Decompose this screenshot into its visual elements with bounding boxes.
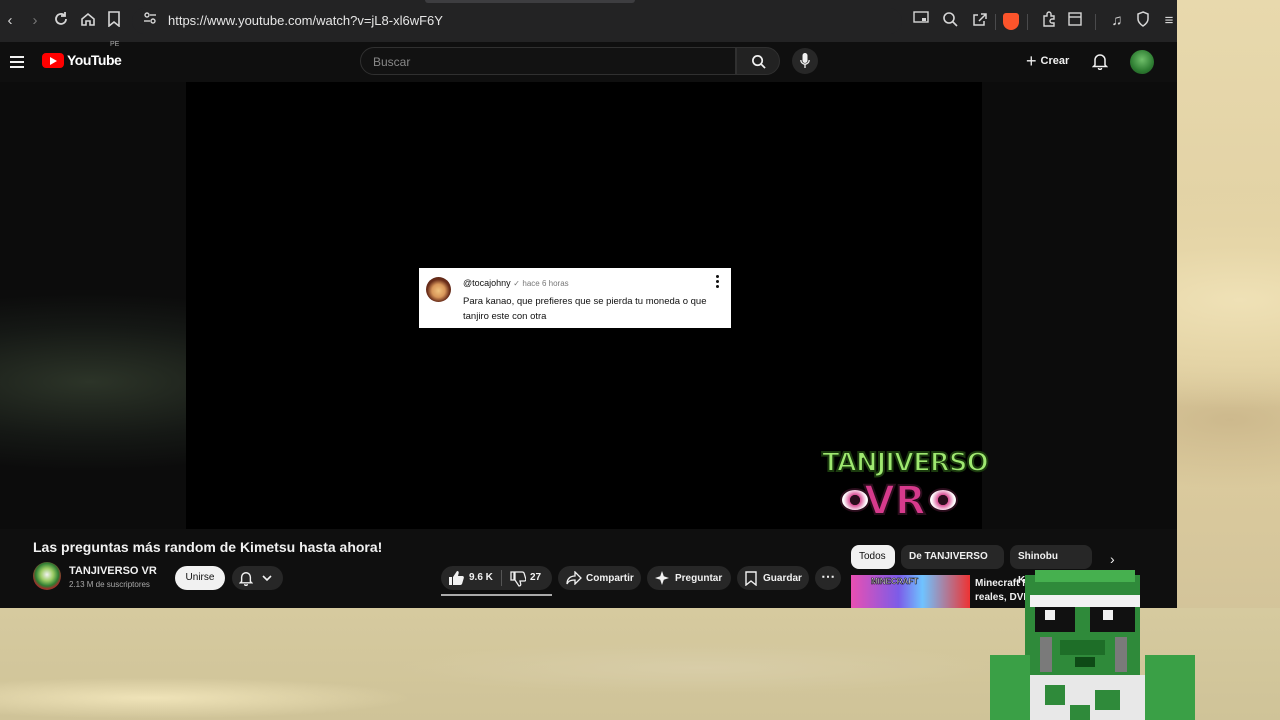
subscription-notifications-button[interactable] [232, 566, 283, 590]
youtube-header: YouTube PE Buscar + Crear [0, 41, 1177, 82]
notifications-bell-icon[interactable] [1091, 52, 1109, 75]
forward-icon[interactable]: › [25, 11, 45, 31]
active-tab-indicator [425, 0, 635, 3]
share-button[interactable]: Compartir [558, 566, 641, 590]
channel-name[interactable]: TANJIVERSO VR [69, 565, 157, 577]
channel-avatar[interactable] [33, 562, 61, 590]
join-button[interactable]: Unirse [175, 566, 225, 590]
comment-username: @tocajohny [463, 278, 511, 288]
share-arrow-icon [566, 571, 582, 585]
country-code: PE [110, 41, 120, 48]
microphone-icon [800, 53, 810, 68]
toolbar-separator [1027, 14, 1028, 30]
menu-icon[interactable]: ≡ [1159, 11, 1177, 31]
recommended-thumbnail[interactable]: MINECRAFT [851, 575, 970, 608]
watermark-top-text: TANJIVERSO [821, 447, 990, 479]
comment-text: Para kanao, que prefieres que se pierda … [463, 296, 707, 322]
bookmark-icon[interactable] [104, 11, 124, 31]
like-button[interactable] [448, 570, 464, 589]
brave-shields-icon[interactable] [1003, 13, 1019, 30]
minecraft-creeper-character [990, 570, 1195, 720]
commenter-avatar [426, 277, 451, 302]
back-icon[interactable]: ‹ [0, 11, 20, 31]
cast-icon[interactable] [911, 11, 931, 31]
share-page-icon[interactable] [970, 11, 990, 31]
comment-header: @tocajohny ✓ hace 6 horas [463, 278, 569, 288]
save-button[interactable]: Guardar [737, 566, 809, 590]
dislike-count: 27 [530, 572, 542, 583]
comment-time: hace 6 horas [522, 279, 569, 288]
verified-check-icon: ✓ [513, 279, 520, 288]
like-ratio-bar [441, 594, 552, 596]
logo-text: YouTube [67, 52, 122, 68]
thumbnail-label: MINECRAFT [871, 577, 919, 587]
comment-card: @tocajohny ✓ hace 6 horas Para kanao, qu… [419, 268, 731, 328]
save-bookmark-icon [745, 570, 757, 586]
toolbar-separator [1095, 14, 1096, 30]
url-text[interactable]: https://www.youtube.com/watch?v=jL8-xl6w… [168, 13, 443, 28]
chevron-down-icon [262, 575, 272, 582]
watermark-bottom-text: VR [863, 477, 927, 525]
extensions-icon[interactable] [1039, 11, 1059, 31]
reload-icon[interactable] [51, 11, 71, 31]
guide-menu-icon[interactable] [10, 56, 24, 71]
like-count: 9.6 K [469, 572, 493, 583]
search-input[interactable]: Buscar [360, 47, 736, 75]
address-bar[interactable]: https://www.youtube.com/watch?v=jL8-xl6w… [132, 8, 902, 34]
voice-search-button[interactable] [792, 48, 818, 74]
create-button[interactable]: + Crear [1026, 52, 1069, 70]
search-icon [752, 55, 766, 69]
subscriber-count: 2.13 M de suscriptores [69, 580, 150, 589]
user-avatar[interactable] [1130, 50, 1154, 74]
create-label: Crear [1040, 55, 1070, 67]
youtube-play-icon [42, 52, 64, 68]
toolbar-separator [995, 14, 996, 30]
browser-window: ‹ › https://www.youtube.com/watch?v=jL8-… [0, 0, 1177, 608]
like-dislike-segment: 9.6 K 27 [441, 566, 552, 590]
sidebar-icon[interactable] [1065, 11, 1085, 31]
plus-icon: + [1026, 51, 1037, 71]
channel-watermark-logo: TANJIVERSO VR [821, 447, 990, 528]
media-icon[interactable]: ♫ [1107, 11, 1127, 31]
watermark-right-eye [928, 488, 958, 512]
youtube-logo[interactable]: YouTube [42, 52, 122, 68]
save-label: Guardar [763, 572, 802, 584]
ask-button[interactable]: Preguntar [647, 566, 731, 590]
search-placeholder: Buscar [373, 55, 411, 69]
search-button[interactable] [736, 47, 780, 75]
more-actions-button[interactable]: ⋯ [815, 566, 841, 590]
browser-toolbar: ‹ › https://www.youtube.com/watch?v=jL8-… [0, 0, 1177, 43]
more-options-icon [716, 275, 719, 290]
ask-label: Preguntar [675, 572, 723, 584]
site-settings-icon[interactable] [140, 11, 160, 31]
vpn-shield-icon[interactable] [1133, 11, 1153, 31]
sparkle-icon [655, 571, 669, 585]
like-divider [501, 570, 502, 586]
thumbs-down-icon [510, 571, 527, 587]
bell-icon [239, 572, 253, 586]
zoom-icon[interactable] [940, 11, 960, 31]
dislike-button[interactable] [510, 571, 527, 590]
home-icon[interactable] [78, 11, 98, 31]
chip-todos[interactable]: Todos [851, 545, 895, 569]
video-title: Las preguntas más random de Kimetsu hast… [33, 539, 383, 555]
share-label: Compartir [586, 572, 634, 584]
thumbs-up-icon [449, 571, 464, 585]
